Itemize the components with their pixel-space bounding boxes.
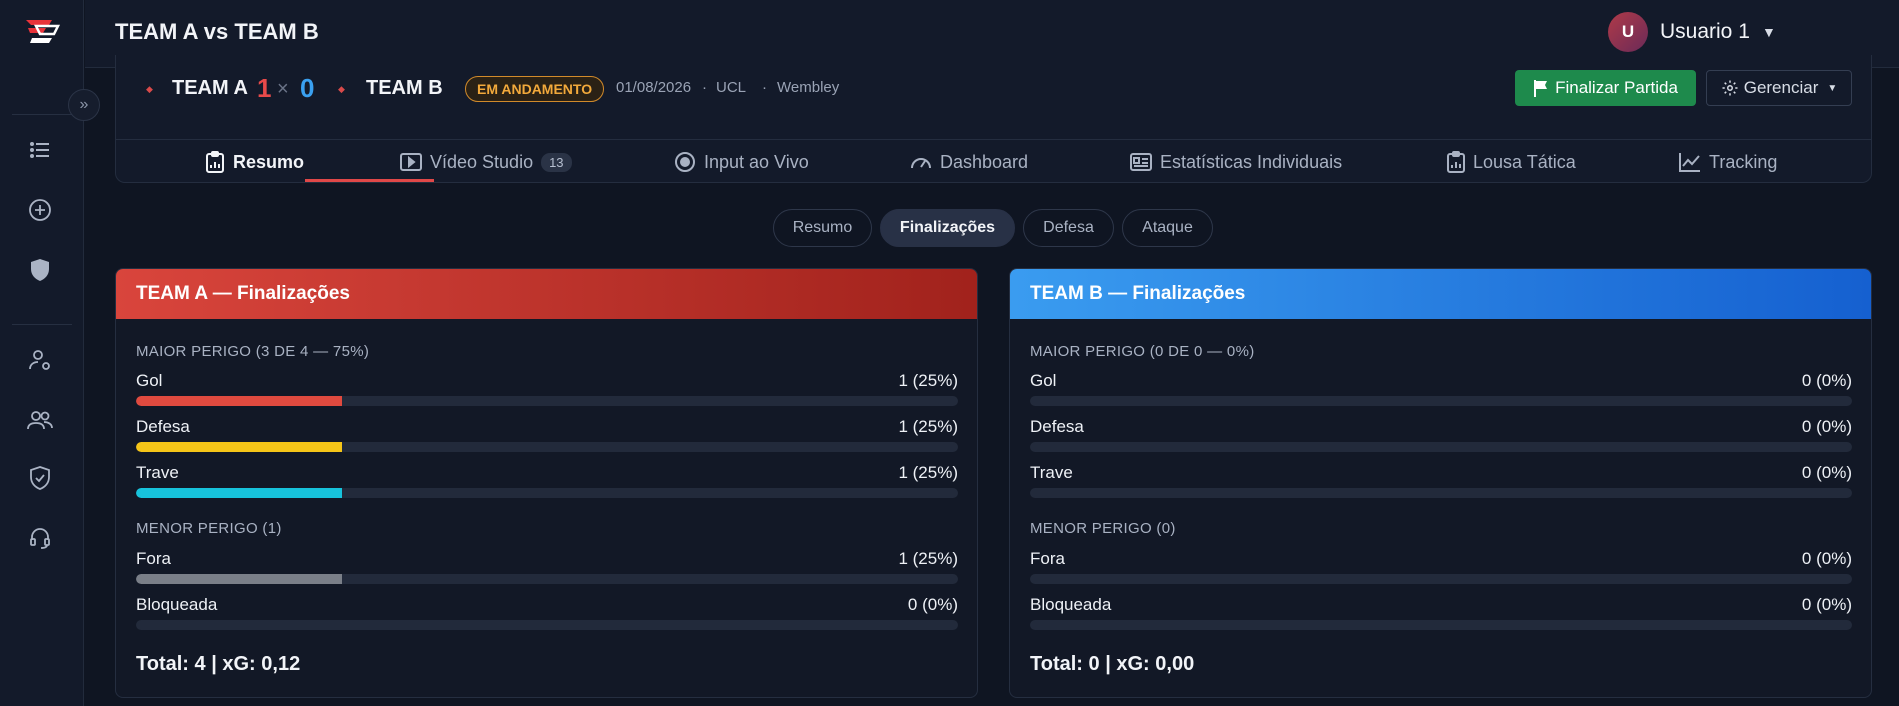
manage-dropdown-button[interactable]: Gerenciar ▼ xyxy=(1706,70,1852,106)
team-a-crest-icon: ◆ xyxy=(146,84,153,94)
tab-tracking[interactable]: Tracking xyxy=(1679,140,1777,184)
shield-check-icon[interactable] xyxy=(24,462,56,494)
shield-icon[interactable] xyxy=(24,254,56,286)
team-b-name: TEAM B xyxy=(366,77,443,99)
clipboard-icon xyxy=(1447,151,1465,173)
panel-title: TEAM A — Finalizações xyxy=(116,269,977,319)
stat-row-bloqueada: Bloqueada 0 (0%) xyxy=(1030,595,1852,639)
tab-dashboard[interactable]: Dashboard xyxy=(910,140,1028,184)
tab-video-studio[interactable]: Vídeo Studio 13 xyxy=(400,140,572,184)
stat-row-fora: Fora 1 (25%) xyxy=(136,549,958,593)
team-a-shots-panel: TEAM A — Finalizações MAIOR PERIGO (3 DE… xyxy=(115,268,978,698)
list-icon[interactable] xyxy=(24,134,56,166)
team-b-crest-icon: ◆ xyxy=(338,84,345,94)
add-circle-icon[interactable] xyxy=(24,194,56,226)
app-logo[interactable] xyxy=(22,16,62,46)
stat-row-gol: Gol 0 (0%) xyxy=(1030,371,1852,415)
tab-input-ao-vivo[interactable]: Input ao Vivo xyxy=(674,140,809,184)
progress-bar xyxy=(1030,574,1852,584)
user-settings-icon[interactable] xyxy=(24,344,56,376)
progress-bar xyxy=(136,396,958,406)
team-a-name: TEAM A xyxy=(172,77,248,99)
minor-danger-label: MENOR PERIGO (1) xyxy=(136,520,282,537)
record-icon xyxy=(675,152,695,172)
match-competition: UCL xyxy=(716,79,747,96)
caret-down-icon[interactable]: ▼ xyxy=(1762,24,1776,40)
panel-title: TEAM B — Finalizações xyxy=(1010,269,1871,319)
page-title: TEAM A vs TEAM B xyxy=(115,19,319,44)
team-b-shots-panel: TEAM B — Finalizações MAIOR PERIGO (0 DE… xyxy=(1009,268,1872,698)
major-danger-label: MAIOR PERIGO (0 DE 0 — 0%) xyxy=(1030,343,1255,360)
subtab-defesa[interactable]: Defesa xyxy=(1023,209,1114,247)
tab-resumo[interactable]: Resumo xyxy=(205,140,304,184)
chevrons-right-icon[interactable]: » xyxy=(68,89,100,121)
user-name[interactable]: Usuario 1 xyxy=(1660,20,1750,44)
id-card-icon xyxy=(1130,153,1152,171)
tab-lousa-tatica[interactable]: Lousa Tática xyxy=(1447,140,1576,184)
status-badge: EM ANDAMENTO xyxy=(465,76,605,102)
team-b-score: 0 xyxy=(300,73,315,103)
progress-bar xyxy=(136,620,958,630)
main-tabs: Resumo Vídeo Studio 13 Input ao Vivo Das… xyxy=(116,139,1871,183)
progress-bar xyxy=(1030,620,1852,630)
subtab-ataque[interactable]: Ataque xyxy=(1122,209,1213,247)
progress-bar xyxy=(1030,488,1852,498)
stat-row-defesa: Defesa 0 (0%) xyxy=(1030,417,1852,461)
subtab-resumo[interactable]: Resumo xyxy=(773,209,872,247)
progress-bar xyxy=(136,488,958,498)
match-header-card: ◆ TEAM A 1 × 0 ◆ TEAM B EM ANDAMENTO 01/… xyxy=(115,55,1872,183)
speedometer-icon xyxy=(911,158,931,169)
avatar[interactable]: U xyxy=(1608,12,1648,52)
match-date: 01/08/2026 xyxy=(616,79,692,96)
score-separator: × xyxy=(277,78,289,100)
team-a-score: 1 xyxy=(257,73,272,103)
tab-estatisticas-individuais[interactable]: Estatísticas Individuais xyxy=(1130,140,1342,184)
totals: Total: 4 | xG: 0,12 xyxy=(136,653,301,675)
headset-icon[interactable] xyxy=(24,522,56,554)
progress-bar xyxy=(1030,442,1852,452)
major-danger-label: MAIOR PERIGO (3 DE 4 — 75%) xyxy=(136,343,370,360)
totals: Total: 0 | xG: 0,00 xyxy=(1030,653,1195,675)
stat-row-fora: Fora 0 (0%) xyxy=(1030,549,1852,593)
flag-icon xyxy=(1534,80,1548,97)
users-icon[interactable] xyxy=(24,404,56,436)
progress-bar xyxy=(136,442,958,452)
progress-bar xyxy=(1030,396,1852,406)
caret-down-icon: ▼ xyxy=(1827,82,1838,94)
progress-bar-fill xyxy=(136,574,342,584)
active-tab-indicator xyxy=(305,179,434,182)
stat-row-gol: Gol 1 (25%) xyxy=(136,371,958,415)
gear-icon xyxy=(1722,80,1738,96)
stat-row-trave: Trave 1 (25%) xyxy=(136,463,958,507)
progress-bar xyxy=(136,574,958,584)
minor-danger-label: MENOR PERIGO (0) xyxy=(1030,520,1176,537)
progress-bar-fill xyxy=(136,488,342,498)
video-icon xyxy=(400,153,422,171)
finish-match-button[interactable]: Finalizar Partida xyxy=(1515,70,1696,106)
stat-row-bloqueada: Bloqueada 0 (0%) xyxy=(136,595,958,639)
progress-bar-fill xyxy=(136,396,342,406)
stat-row-defesa: Defesa 1 (25%) xyxy=(136,417,958,461)
video-count-badge: 13 xyxy=(541,152,572,172)
report-icon xyxy=(206,151,224,173)
subtab-finalizacoes[interactable]: Finalizações xyxy=(880,209,1015,247)
progress-bar-fill xyxy=(136,442,342,452)
match-venue: Wembley xyxy=(777,79,840,96)
trend-icon xyxy=(1679,153,1700,172)
stat-row-trave: Trave 0 (0%) xyxy=(1030,463,1852,507)
